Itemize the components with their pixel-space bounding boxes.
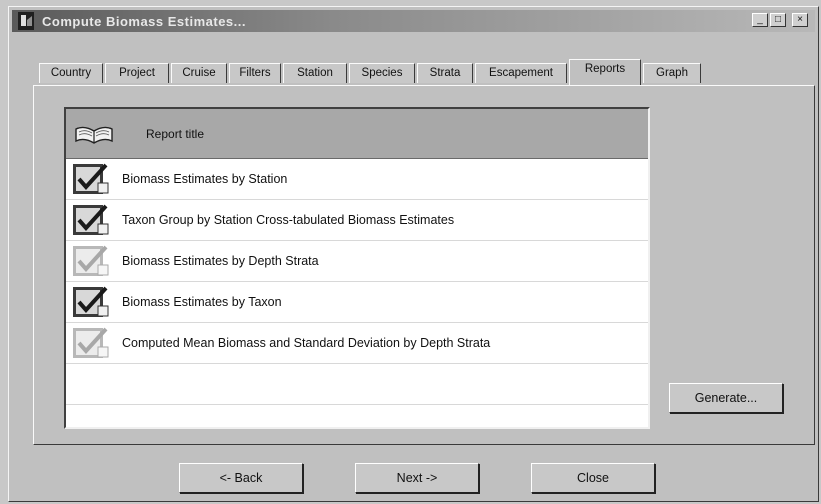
- maximize-button[interactable]: □: [770, 13, 786, 27]
- tab-label: Escapement: [489, 67, 553, 79]
- close-window-button[interactable]: ×: [792, 13, 808, 27]
- tab-species[interactable]: Species: [349, 63, 415, 83]
- tab-label: Cruise: [182, 67, 216, 79]
- report-row[interactable]: Biomass Estimates by Depth Strata: [66, 241, 648, 282]
- checked-report-icon[interactable]: [70, 284, 114, 320]
- app-icon: [18, 12, 34, 30]
- window-title: Compute Biomass Estimates...: [42, 14, 246, 29]
- tab-reports[interactable]: Reports: [569, 59, 641, 85]
- tab-label: Reports: [584, 63, 626, 75]
- unchecked-report-icon[interactable]: [70, 243, 114, 279]
- report-row[interactable]: Computed Mean Biomass and Standard Devia…: [66, 323, 648, 364]
- minimize-button[interactable]: _: [752, 13, 768, 27]
- report-row[interactable]: Biomass Estimates by Taxon: [66, 282, 648, 323]
- report-row-label: Biomass Estimates by Taxon: [122, 295, 282, 309]
- tab-station[interactable]: Station: [283, 63, 347, 83]
- next-button[interactable]: Next ->: [355, 463, 479, 493]
- report-row-label: Computed Mean Biomass and Standard Devia…: [122, 336, 491, 350]
- empty-row: [66, 364, 648, 405]
- report-row-label: Biomass Estimates by Depth Strata: [122, 254, 319, 268]
- title-bar[interactable]: Compute Biomass Estimates... _ □ ×: [12, 10, 815, 32]
- generate-button-label: Generate...: [694, 391, 758, 405]
- report-title-header: Report title: [146, 127, 205, 141]
- tab-label: Strata: [429, 67, 461, 79]
- back-button-label: <- Back: [219, 471, 263, 485]
- tab-label: Station: [297, 67, 333, 79]
- tab-country[interactable]: Country: [39, 63, 103, 83]
- tab-graph[interactable]: Graph: [643, 63, 701, 83]
- unchecked-report-icon[interactable]: [70, 325, 114, 361]
- checked-report-icon[interactable]: [70, 202, 114, 238]
- close-button[interactable]: Close: [531, 463, 655, 493]
- report-list[interactable]: Report title Biomass Estimates by Statio…: [64, 107, 650, 429]
- tab-label: Project: [119, 67, 155, 79]
- report-row-label: Biomass Estimates by Station: [122, 172, 288, 186]
- close-button-label: Close: [577, 471, 609, 485]
- tab-escapement[interactable]: Escapement: [475, 63, 567, 83]
- report-row[interactable]: Biomass Estimates by Station: [66, 159, 648, 200]
- tab-filters[interactable]: Filters: [229, 63, 281, 83]
- report-row[interactable]: Taxon Group by Station Cross-tabulated B…: [66, 200, 648, 241]
- compute-biomass-window: Compute Biomass Estimates... _ □ × Count…: [8, 6, 819, 502]
- report-list-header[interactable]: Report title: [66, 109, 648, 159]
- generate-button[interactable]: Generate...: [669, 383, 783, 413]
- tab-project[interactable]: Project: [105, 63, 169, 83]
- tab-label: Species: [361, 67, 403, 79]
- tab-label: Country: [50, 67, 92, 79]
- next-button-label: Next ->: [396, 471, 438, 485]
- tab-label: Filters: [239, 67, 271, 79]
- tab-label: Graph: [656, 67, 688, 79]
- tab-cruise[interactable]: Cruise: [171, 63, 227, 83]
- report-row-label: Taxon Group by Station Cross-tabulated B…: [122, 213, 455, 227]
- checked-report-icon[interactable]: [70, 161, 114, 197]
- back-button[interactable]: <- Back: [179, 463, 303, 493]
- tab-strata[interactable]: Strata: [417, 63, 473, 83]
- open-book-icon: [75, 126, 113, 144]
